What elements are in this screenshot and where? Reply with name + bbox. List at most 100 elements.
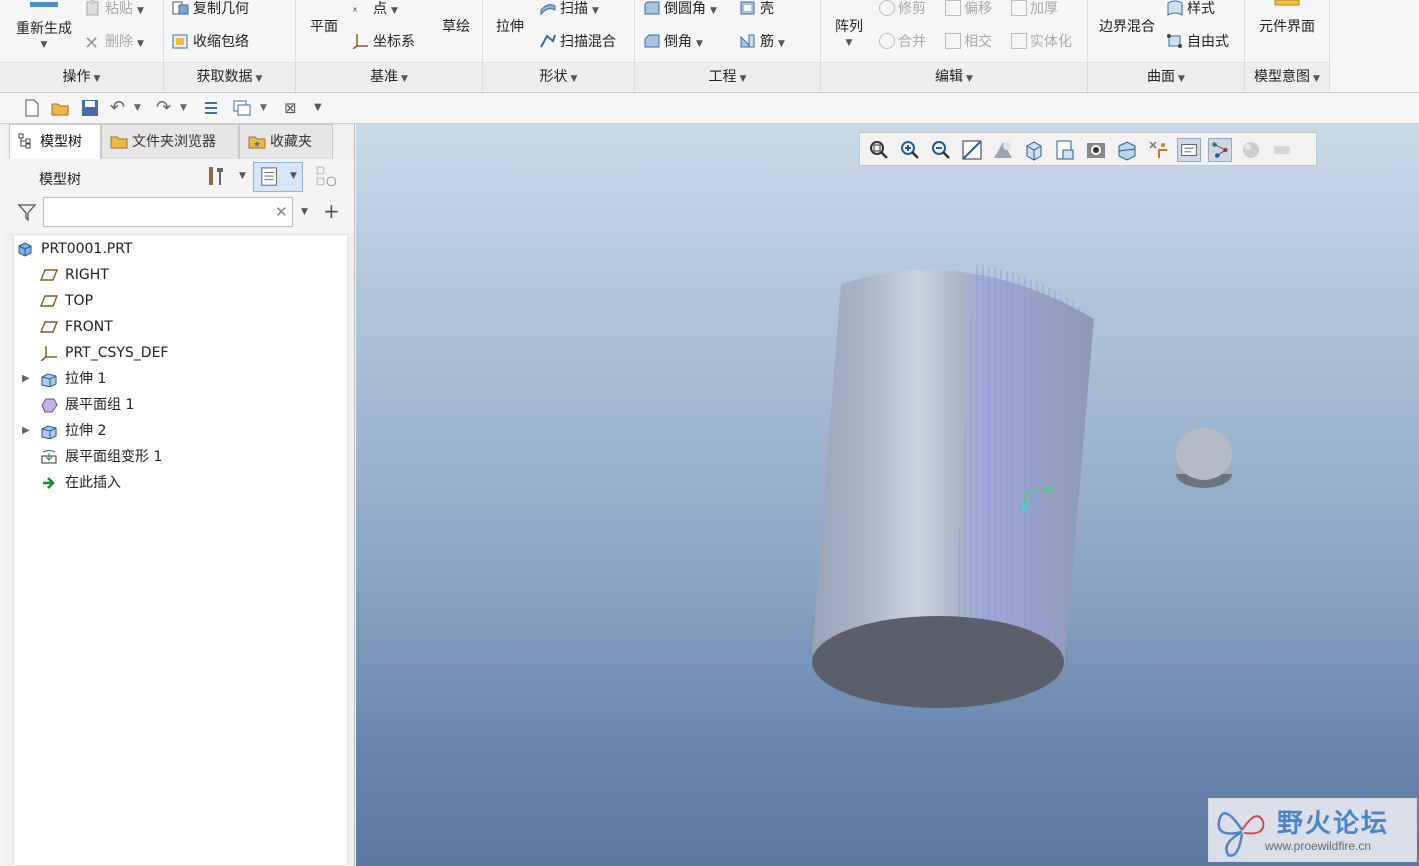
group-label-datum[interactable]: 基准 ▼ — [296, 62, 482, 91]
group-shapes: 拉伸 扫描 ▼ 扫描混合 形状 ▼ — [483, 0, 635, 92]
chevron-down-icon[interactable]: ▼ — [301, 207, 308, 217]
customize-toolbar-icon[interactable]: ▼ — [314, 98, 334, 118]
group-label-model-intent[interactable]: 模型意图 ▼ — [1245, 62, 1329, 91]
point-button[interactable]: ˣ 点 ▼ — [352, 0, 398, 22]
chamfer-label: 倒角 — [664, 34, 692, 50]
clear-filter-icon[interactable]: ✕ — [275, 203, 288, 221]
tab-favorites[interactable]: 收藏夹 — [239, 124, 333, 159]
small-disk[interactable] — [1176, 428, 1232, 488]
sketch-button[interactable]: 草绘 — [436, 16, 476, 36]
regenerate-button[interactable]: 重新生成 ▼ — [6, 2, 82, 50]
tree-node[interactable]: PRT_CSYS_DEF — [14, 341, 344, 365]
swept-blend-button[interactable]: 扫描混合 — [539, 33, 616, 51]
hide-items-icon[interactable] — [315, 165, 339, 189]
chamfer-button[interactable]: 倒角 ▼ — [643, 33, 703, 53]
datum-plane-icon — [39, 293, 59, 309]
style-button[interactable]: 样式 — [1166, 0, 1215, 18]
open-folder-icon[interactable] — [50, 98, 70, 118]
thicken-button[interactable]: 加厚 — [1011, 0, 1058, 18]
tree-node[interactable]: 展平面组 1 — [14, 393, 344, 417]
tree-node-label: 拉伸 2 — [65, 423, 107, 439]
component-interface-button[interactable]: 元件界面 — [1247, 0, 1327, 36]
expand-arrow-icon[interactable]: ▶ — [22, 367, 30, 391]
copy-geometry-button[interactable]: 复制几何 — [172, 0, 249, 18]
tab-model-tree[interactable]: 模型树 — [9, 124, 101, 159]
group-label-get-data[interactable]: 获取数据 ▼ — [164, 62, 295, 91]
tree-node[interactable]: FRONT — [14, 315, 344, 339]
insert-here-icon — [40, 475, 58, 491]
new-file-icon[interactable] — [22, 98, 42, 118]
group-label-editing[interactable]: 编辑 ▼ — [821, 62, 1087, 91]
chevron-down-icon[interactable]: ▼ — [239, 171, 246, 181]
model-geometry[interactable] — [356, 124, 1419, 866]
group-label-engineering[interactable]: 工程 ▼ — [635, 62, 820, 91]
solidify-label: 实体化 — [1030, 34, 1072, 50]
settings-tools-icon[interactable] — [205, 165, 227, 187]
boundary-blend-button[interactable]: 边界混合 — [1094, 16, 1160, 36]
offset-button[interactable]: 偏移 — [945, 0, 992, 18]
tab-model-tree-label: 模型树 — [40, 134, 82, 150]
delete-button[interactable]: ✕ 删除 ▼ — [84, 33, 144, 53]
csys-icon — [352, 34, 368, 49]
regenerate-icon — [30, 2, 58, 7]
trim-button[interactable]: 修剪 — [879, 0, 926, 18]
intersect-button[interactable]: 相交 — [945, 33, 992, 51]
rib-button[interactable]: 筋 ▼ — [739, 33, 785, 53]
save-icon[interactable] — [80, 98, 100, 118]
tree-node[interactable]: RIGHT — [14, 263, 344, 287]
chevron-down-icon: ▼ — [592, 6, 599, 16]
plane-button[interactable]: 平面 — [304, 16, 344, 36]
freestyle-label: 自由式 — [1187, 34, 1229, 50]
expand-arrow-icon[interactable]: ▶ — [22, 419, 30, 443]
merge-button[interactable]: 合并 — [879, 33, 926, 51]
close-window-icon[interactable]: ⊠ — [284, 98, 304, 118]
list-view-icon — [261, 167, 277, 186]
group-label-surfaces[interactable]: 曲面 ▼ — [1088, 62, 1244, 91]
regenerate-small-icon[interactable] — [202, 98, 222, 118]
tree-node[interactable]: ▶ 拉伸 2 — [14, 419, 344, 443]
tree-node[interactable]: TOP — [14, 289, 344, 313]
shell-button[interactable]: 壳 — [739, 0, 774, 18]
chevron-down-icon[interactable]: ▼ — [180, 98, 200, 118]
cylinder-bottom-face[interactable] — [812, 616, 1064, 708]
tree-node-label: PRT_CSYS_DEF — [65, 345, 169, 361]
chevron-down-icon[interactable]: ▼ — [260, 98, 280, 118]
copy-geometry-icon — [172, 1, 189, 15]
intersect-icon — [945, 33, 961, 49]
tree-node[interactable]: 在此插入 — [14, 471, 344, 495]
pattern-button[interactable]: 阵列 ▼ — [829, 16, 869, 48]
tree-node[interactable]: 展平面组变形 1 — [14, 445, 344, 469]
extrude-label: 拉伸 — [496, 19, 524, 35]
undo-icon[interactable]: ↶ — [110, 98, 130, 118]
datum-plane-icon — [39, 267, 59, 283]
coord-sys-button[interactable]: 坐标系 — [352, 33, 415, 51]
shrinkwrap-button[interactable]: 收缩包络 — [172, 33, 249, 51]
filter-icon[interactable] — [17, 202, 37, 222]
sweep-icon — [540, 4, 556, 16]
windows-icon[interactable] — [232, 98, 252, 118]
flatten-quilt-icon — [40, 397, 58, 413]
cylinder-body[interactable] — [812, 264, 1094, 708]
solidify-button[interactable]: 实体化 — [1011, 33, 1072, 51]
extrude-button[interactable]: 拉伸 — [489, 16, 531, 36]
chevron-down-icon: ▼ — [290, 171, 297, 181]
round-button[interactable]: 倒圆角 ▼ — [643, 0, 717, 20]
add-filter-icon[interactable]: + — [323, 199, 340, 223]
freestyle-button[interactable]: 自由式 — [1166, 33, 1229, 51]
group-label-shapes[interactable]: 形状 ▼ — [483, 62, 634, 91]
tree-node[interactable]: ▶ 拉伸 1 — [14, 367, 344, 391]
graphics-viewport[interactable]: 野火论坛 www.proewildfire.cn — [356, 124, 1419, 866]
show-options-button[interactable]: ▼ — [253, 162, 303, 192]
tab-folder-browser[interactable]: 文件夹浏览器 — [101, 124, 239, 159]
forum-watermark: 野火论坛 www.proewildfire.cn — [1208, 798, 1417, 862]
sweep-button[interactable]: 扫描 ▼ — [539, 0, 599, 20]
flatten-deform-icon — [40, 449, 58, 465]
filter-input[interactable] — [43, 197, 293, 227]
paste-button[interactable]: 粘贴 ▼ — [84, 0, 144, 20]
tree-node[interactable]: PRT0001.PRT — [14, 237, 344, 261]
butterfly-logo-icon — [1217, 812, 1265, 857]
redo-icon[interactable]: ↷ — [156, 98, 176, 118]
chevron-down-icon: ▼ — [710, 6, 717, 16]
group-label-operations[interactable]: 操作 ▼ — [0, 62, 163, 91]
chevron-down-icon[interactable]: ▼ — [134, 98, 154, 118]
